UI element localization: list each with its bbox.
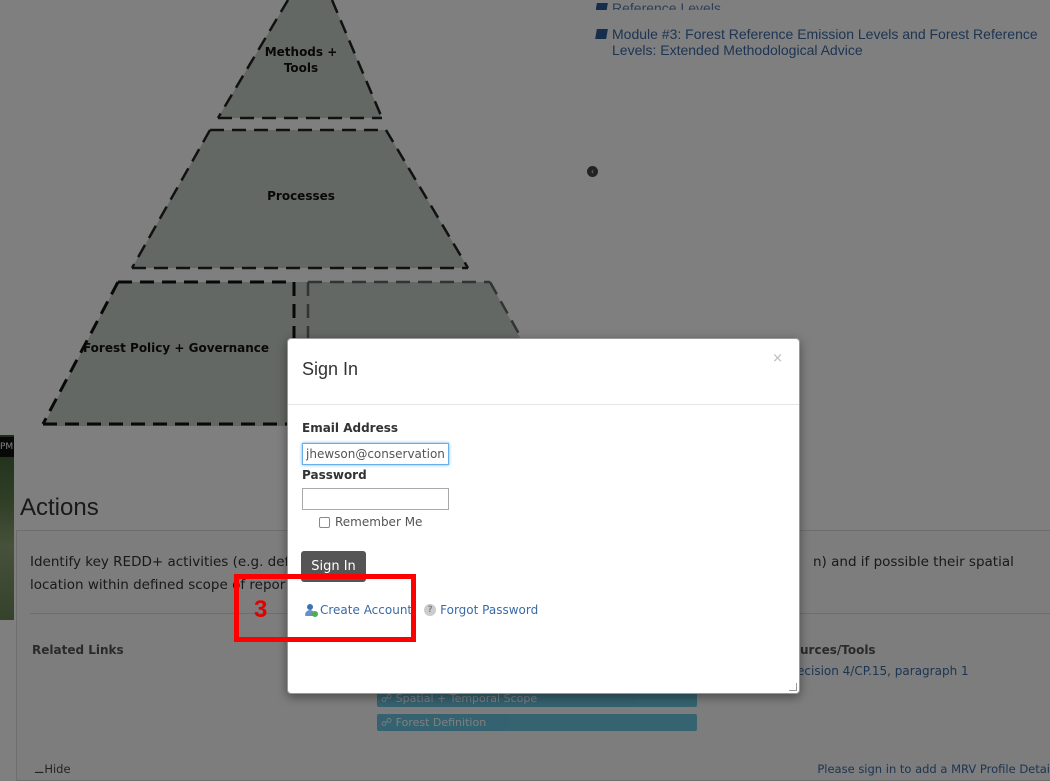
remember-me-label: Remember Me [335, 515, 423, 529]
email-label: Email Address [302, 421, 399, 435]
remember-me-checkbox[interactable] [319, 516, 330, 528]
modal-header: Sign In × [288, 339, 799, 405]
email-field[interactable] [302, 443, 449, 465]
modal-title: Sign In [302, 359, 359, 379]
remember-me[interactable]: Remember Me [319, 515, 422, 529]
help-icon: ? [424, 604, 437, 616]
forgot-password-link[interactable]: ? Forgot Password [424, 603, 538, 617]
password-field[interactable] [302, 488, 449, 510]
resize-grip-icon[interactable] [789, 683, 797, 691]
password-label: Password [302, 468, 367, 482]
forgot-password-label: Forgot Password [440, 603, 539, 617]
callout-number: 3 [254, 596, 268, 623]
close-icon[interactable]: × [772, 351, 783, 366]
